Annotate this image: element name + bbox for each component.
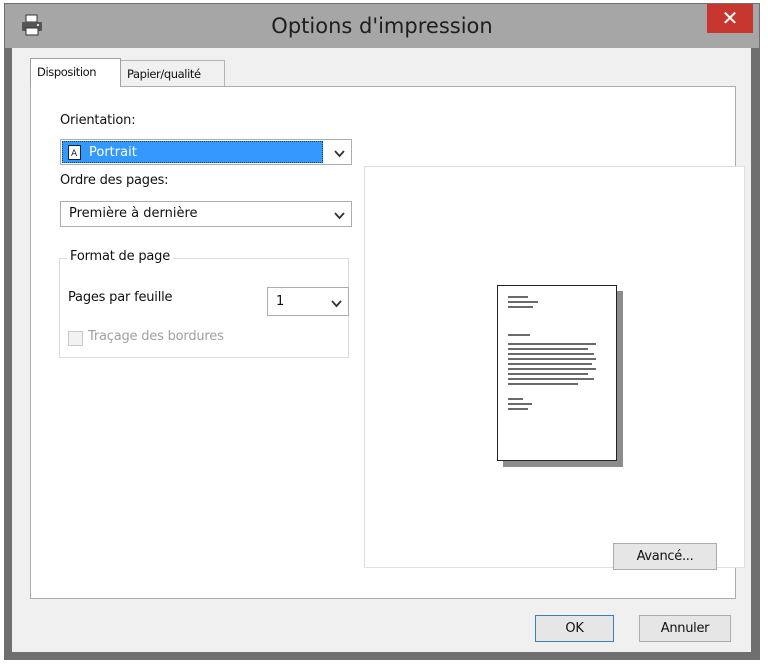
- ok-button[interactable]: OK: [535, 615, 614, 642]
- close-button[interactable]: ✕: [707, 4, 753, 33]
- preview-text-line: [508, 363, 592, 365]
- preview-text-line: [508, 398, 523, 400]
- page-preview: [364, 166, 745, 568]
- preview-text-line: [508, 373, 588, 375]
- title-bar[interactable]: Options d'impression ✕: [5, 4, 759, 48]
- chevron-down-icon: [334, 147, 345, 158]
- preview-text-line: [508, 408, 528, 410]
- tab-papier-qualite[interactable]: Papier/qualité: [121, 60, 225, 87]
- preview-text-line: [508, 358, 596, 360]
- page-order-label: Ordre des pages:: [60, 173, 169, 188]
- preview-text-line: [508, 301, 538, 303]
- advanced-button[interactable]: Avancé...: [613, 543, 717, 570]
- preview-text-line: [508, 306, 533, 308]
- borders-label: Traçage des bordures: [88, 329, 224, 344]
- borders-checkbox[interactable]: [68, 331, 83, 346]
- page-order-value: Première à dernière: [69, 206, 198, 221]
- page-format-group-title: Format de page: [67, 249, 173, 264]
- preview-text-line: [508, 403, 532, 405]
- pages-per-sheet-value: 1: [276, 294, 285, 309]
- orientation-value: Portrait: [89, 145, 137, 160]
- preview-text-line: [508, 378, 594, 380]
- preview-text-line: [508, 348, 588, 350]
- chevron-down-icon: [334, 209, 345, 220]
- tab-panel-disposition: Orientation: A Portrait Ordre des pages:…: [30, 86, 745, 599]
- tab-disposition[interactable]: Disposition: [30, 58, 121, 87]
- preview-text-line: [508, 383, 578, 385]
- svg-text:A: A: [71, 149, 78, 159]
- preview-text-line: [508, 334, 530, 336]
- page-order-select[interactable]: Première à dernière: [60, 201, 352, 227]
- pages-per-sheet-label: Pages par feuille: [68, 290, 173, 305]
- dialog-client-area: Disposition Papier/qualité Orientation: …: [12, 48, 751, 652]
- orientation-select[interactable]: A Portrait: [60, 139, 352, 165]
- cancel-button[interactable]: Annuler: [639, 615, 731, 642]
- portrait-page-icon: A: [68, 145, 81, 160]
- close-icon: ✕: [721, 6, 739, 30]
- print-options-dialog: Options d'impression ✕ Disposition Papie…: [4, 3, 760, 660]
- preview-text-line: [508, 296, 528, 298]
- dialog-title: Options d'impression: [271, 14, 493, 38]
- orientation-label: Orientation:: [60, 113, 136, 128]
- orientation-selection-highlight: A Portrait: [62, 141, 323, 163]
- chevron-down-icon: [331, 297, 342, 308]
- pages-per-sheet-select[interactable]: 1: [267, 287, 349, 316]
- preview-text-line: [508, 368, 596, 370]
- preview-text-line: [508, 353, 594, 355]
- preview-text-line: [508, 343, 596, 345]
- preview-page: [497, 285, 617, 461]
